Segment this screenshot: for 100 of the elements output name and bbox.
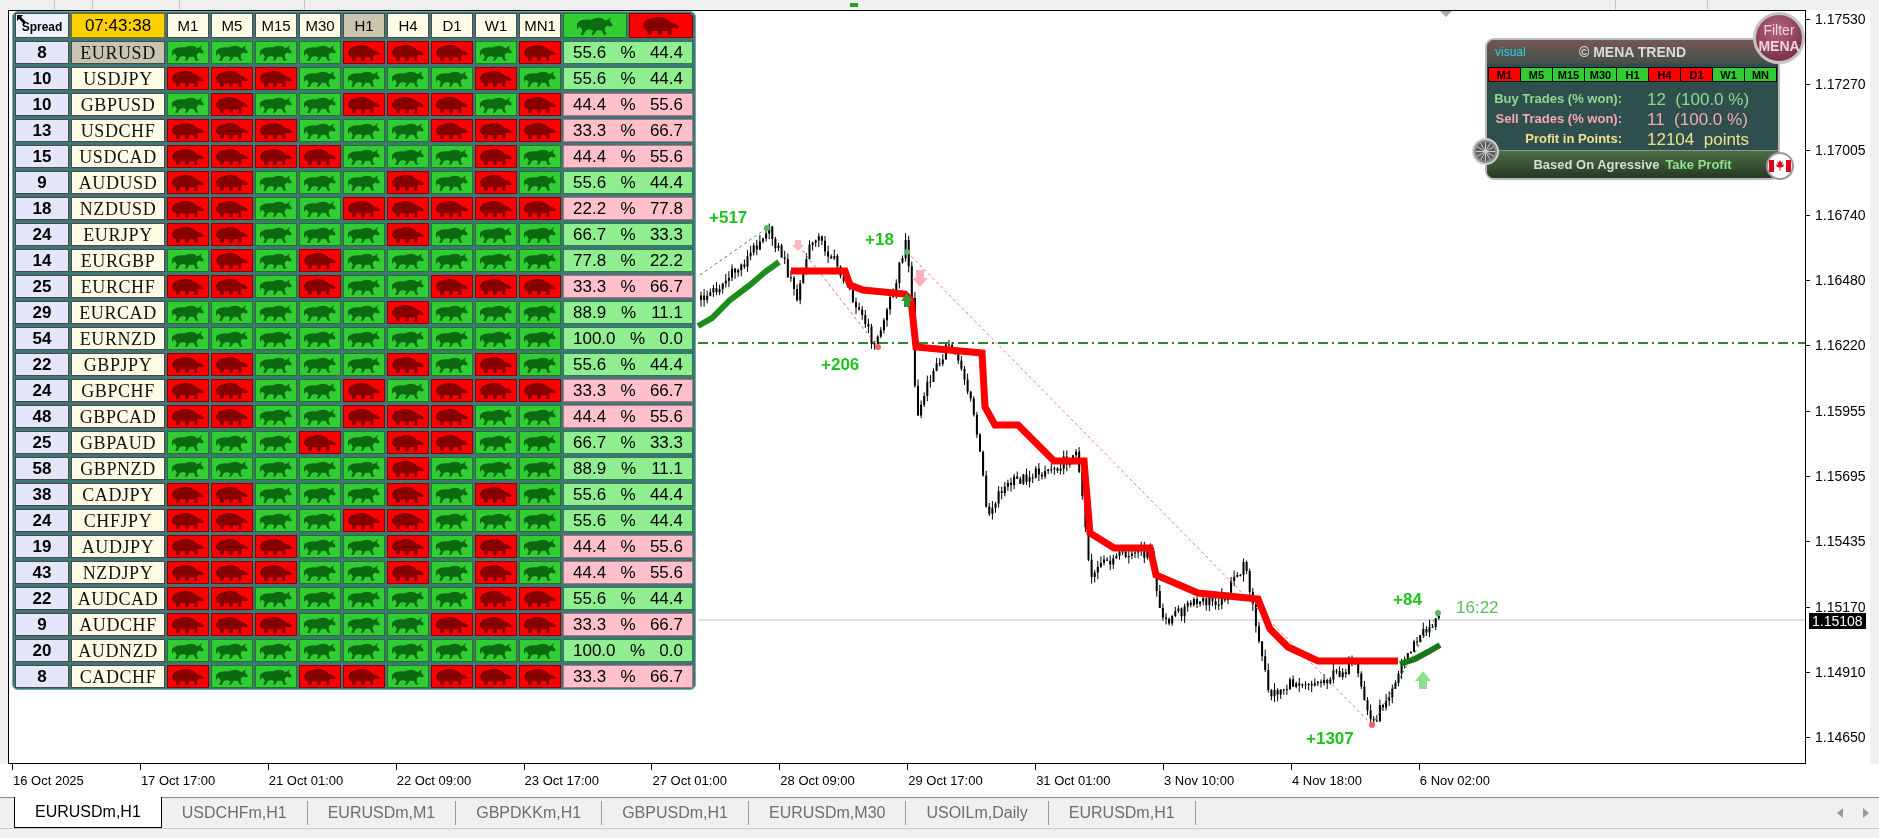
timeframe-cell: M5 [1521, 68, 1553, 81]
bear-icon [348, 408, 380, 425]
bull-icon [348, 330, 380, 347]
bull-icon [216, 642, 248, 659]
symbol-cell[interactable]: NZDUSD [71, 197, 165, 220]
bull-icon [480, 330, 512, 347]
up-arrow-icon [1415, 671, 1431, 689]
bear-icon [216, 252, 248, 269]
profit-label: +84 [1393, 590, 1422, 610]
bull-icon [304, 382, 336, 399]
bull-icon [304, 642, 336, 659]
bull-icon [348, 278, 380, 295]
percent-sign: % [620, 172, 636, 193]
chart-tab[interactable]: USDCHFm,H1 [161, 801, 308, 825]
bull-icon [216, 668, 248, 685]
price-label: 1.17530 [1815, 13, 1866, 25]
symbol-cell[interactable]: AUDCAD [71, 587, 165, 610]
percent-sign: % [620, 614, 636, 635]
bear-icon [524, 382, 556, 399]
time-label: 17 Oct 17:00 [140, 773, 216, 788]
symbol-cell[interactable]: USDCHF [71, 119, 165, 142]
symbol-cell[interactable]: CHFJPY [71, 509, 165, 532]
symbol-cell[interactable]: GBPCAD [71, 405, 165, 428]
chart-tab[interactable]: GBPUSDm,H1 [602, 801, 749, 825]
spread-cell: 22 [15, 353, 69, 376]
timeframe-header[interactable]: MN1 [519, 13, 561, 38]
wheel-icon[interactable] [1472, 138, 1499, 165]
bull-icon [524, 148, 556, 165]
timeframe-header[interactable]: W1 [475, 13, 517, 38]
symbol-cell[interactable]: AUDNZD [71, 639, 165, 662]
chart-tab[interactable]: EURUSDm,H1 [14, 797, 162, 828]
bear-icon [216, 408, 248, 425]
timeframe-header[interactable]: M1 [167, 13, 209, 38]
bull-icon [304, 174, 336, 191]
symbol-cell[interactable]: EURGBP [71, 249, 165, 272]
symbol-cell[interactable]: GBPJPY [71, 353, 165, 376]
chart-tab[interactable]: EURUSDm,M30 [748, 801, 907, 825]
scroll-left-icon[interactable] [1837, 808, 1843, 818]
bull-percent: 44.4 [573, 146, 607, 167]
timeframe-header[interactable]: M15 [255, 13, 297, 38]
bull-icon [480, 434, 512, 451]
symbol-cell[interactable]: CADCHF [71, 665, 165, 688]
bear-icon [172, 408, 204, 425]
timeframe-header[interactable]: D1 [431, 13, 473, 38]
symbol-cell[interactable]: AUDUSD [71, 171, 165, 194]
footer-text: Based On Agressive [1533, 156, 1660, 173]
percent-sign: % [629, 328, 645, 349]
symbol-cell[interactable]: GBPAUD [71, 431, 165, 454]
bear-icon [436, 200, 468, 217]
current-price-tag: 1.15108 [1809, 613, 1866, 629]
timeframe-header[interactable]: M30 [299, 13, 341, 38]
bull-icon [172, 96, 204, 113]
timeframe-header[interactable]: H1 [343, 13, 385, 38]
bull-icon [348, 564, 380, 581]
chart-tab[interactable]: EURUSDm,H1 [1048, 801, 1196, 825]
bear-icon [172, 122, 204, 139]
time-label: 16 Oct 2025 [13, 773, 84, 788]
symbol-cell[interactable]: AUDJPY [71, 535, 165, 558]
bull-percent: 55.6 [573, 42, 607, 63]
bull-icon [260, 356, 292, 373]
symbol-cell[interactable]: GBPNZD [71, 457, 165, 480]
symbol-cell[interactable]: AUDCHF [71, 613, 165, 636]
bull-icon [260, 590, 292, 607]
symbol-cell[interactable]: EURCAD [71, 301, 165, 324]
symbol-cell[interactable]: EURCHF [71, 275, 165, 298]
symbol-cell[interactable]: CADJPY [71, 483, 165, 506]
chart-tab[interactable]: EURUSDm,M1 [307, 801, 457, 825]
bear-percent: 66.7 [649, 276, 683, 297]
symbol-cell[interactable]: EURJPY [71, 223, 165, 246]
timeframe-header[interactable]: M5 [211, 13, 253, 38]
symbol-cell[interactable]: EURNZD [71, 327, 165, 350]
symbol-cell[interactable]: NZDJPY [71, 561, 165, 584]
bear-icon [216, 590, 248, 607]
bear-icon [172, 174, 204, 191]
spread-header[interactable]: Spread [15, 13, 69, 38]
bear-percent: 44.4 [649, 172, 683, 193]
bull-percent: 88.9 [573, 458, 607, 479]
bull-icon [348, 538, 380, 555]
bull-icon [436, 330, 468, 347]
symbol-cell[interactable]: USDCAD [71, 145, 165, 168]
bull-icon [524, 226, 556, 243]
bear-icon [216, 616, 248, 633]
chart-tab[interactable]: USOILm,Daily [906, 801, 1049, 825]
bull-icon [304, 200, 336, 217]
bull-percent: 77.8 [573, 250, 607, 271]
symbol-cell[interactable]: GBPUSD [71, 93, 165, 116]
bear-icon [643, 16, 679, 35]
bull-percent: 33.3 [573, 120, 607, 141]
symbol-cell[interactable]: EURUSD [71, 41, 165, 64]
percent-sign: % [620, 224, 636, 245]
scroll-right-icon[interactable] [1863, 808, 1869, 818]
timeframe-header[interactable]: H4 [387, 13, 429, 38]
price-label: 1.16480 [1815, 274, 1866, 287]
symbol-cell[interactable]: USDJPY [71, 67, 165, 90]
symbol-cell[interactable]: GBPCHF [71, 379, 165, 402]
chart-tab[interactable]: GBPDKKm,H1 [456, 801, 603, 825]
bull-icon [348, 642, 380, 659]
spread-cell: 24 [15, 223, 69, 246]
filter-button[interactable]: Filter MENA [1753, 12, 1805, 64]
time-label: 22 Oct 09:00 [396, 773, 472, 788]
